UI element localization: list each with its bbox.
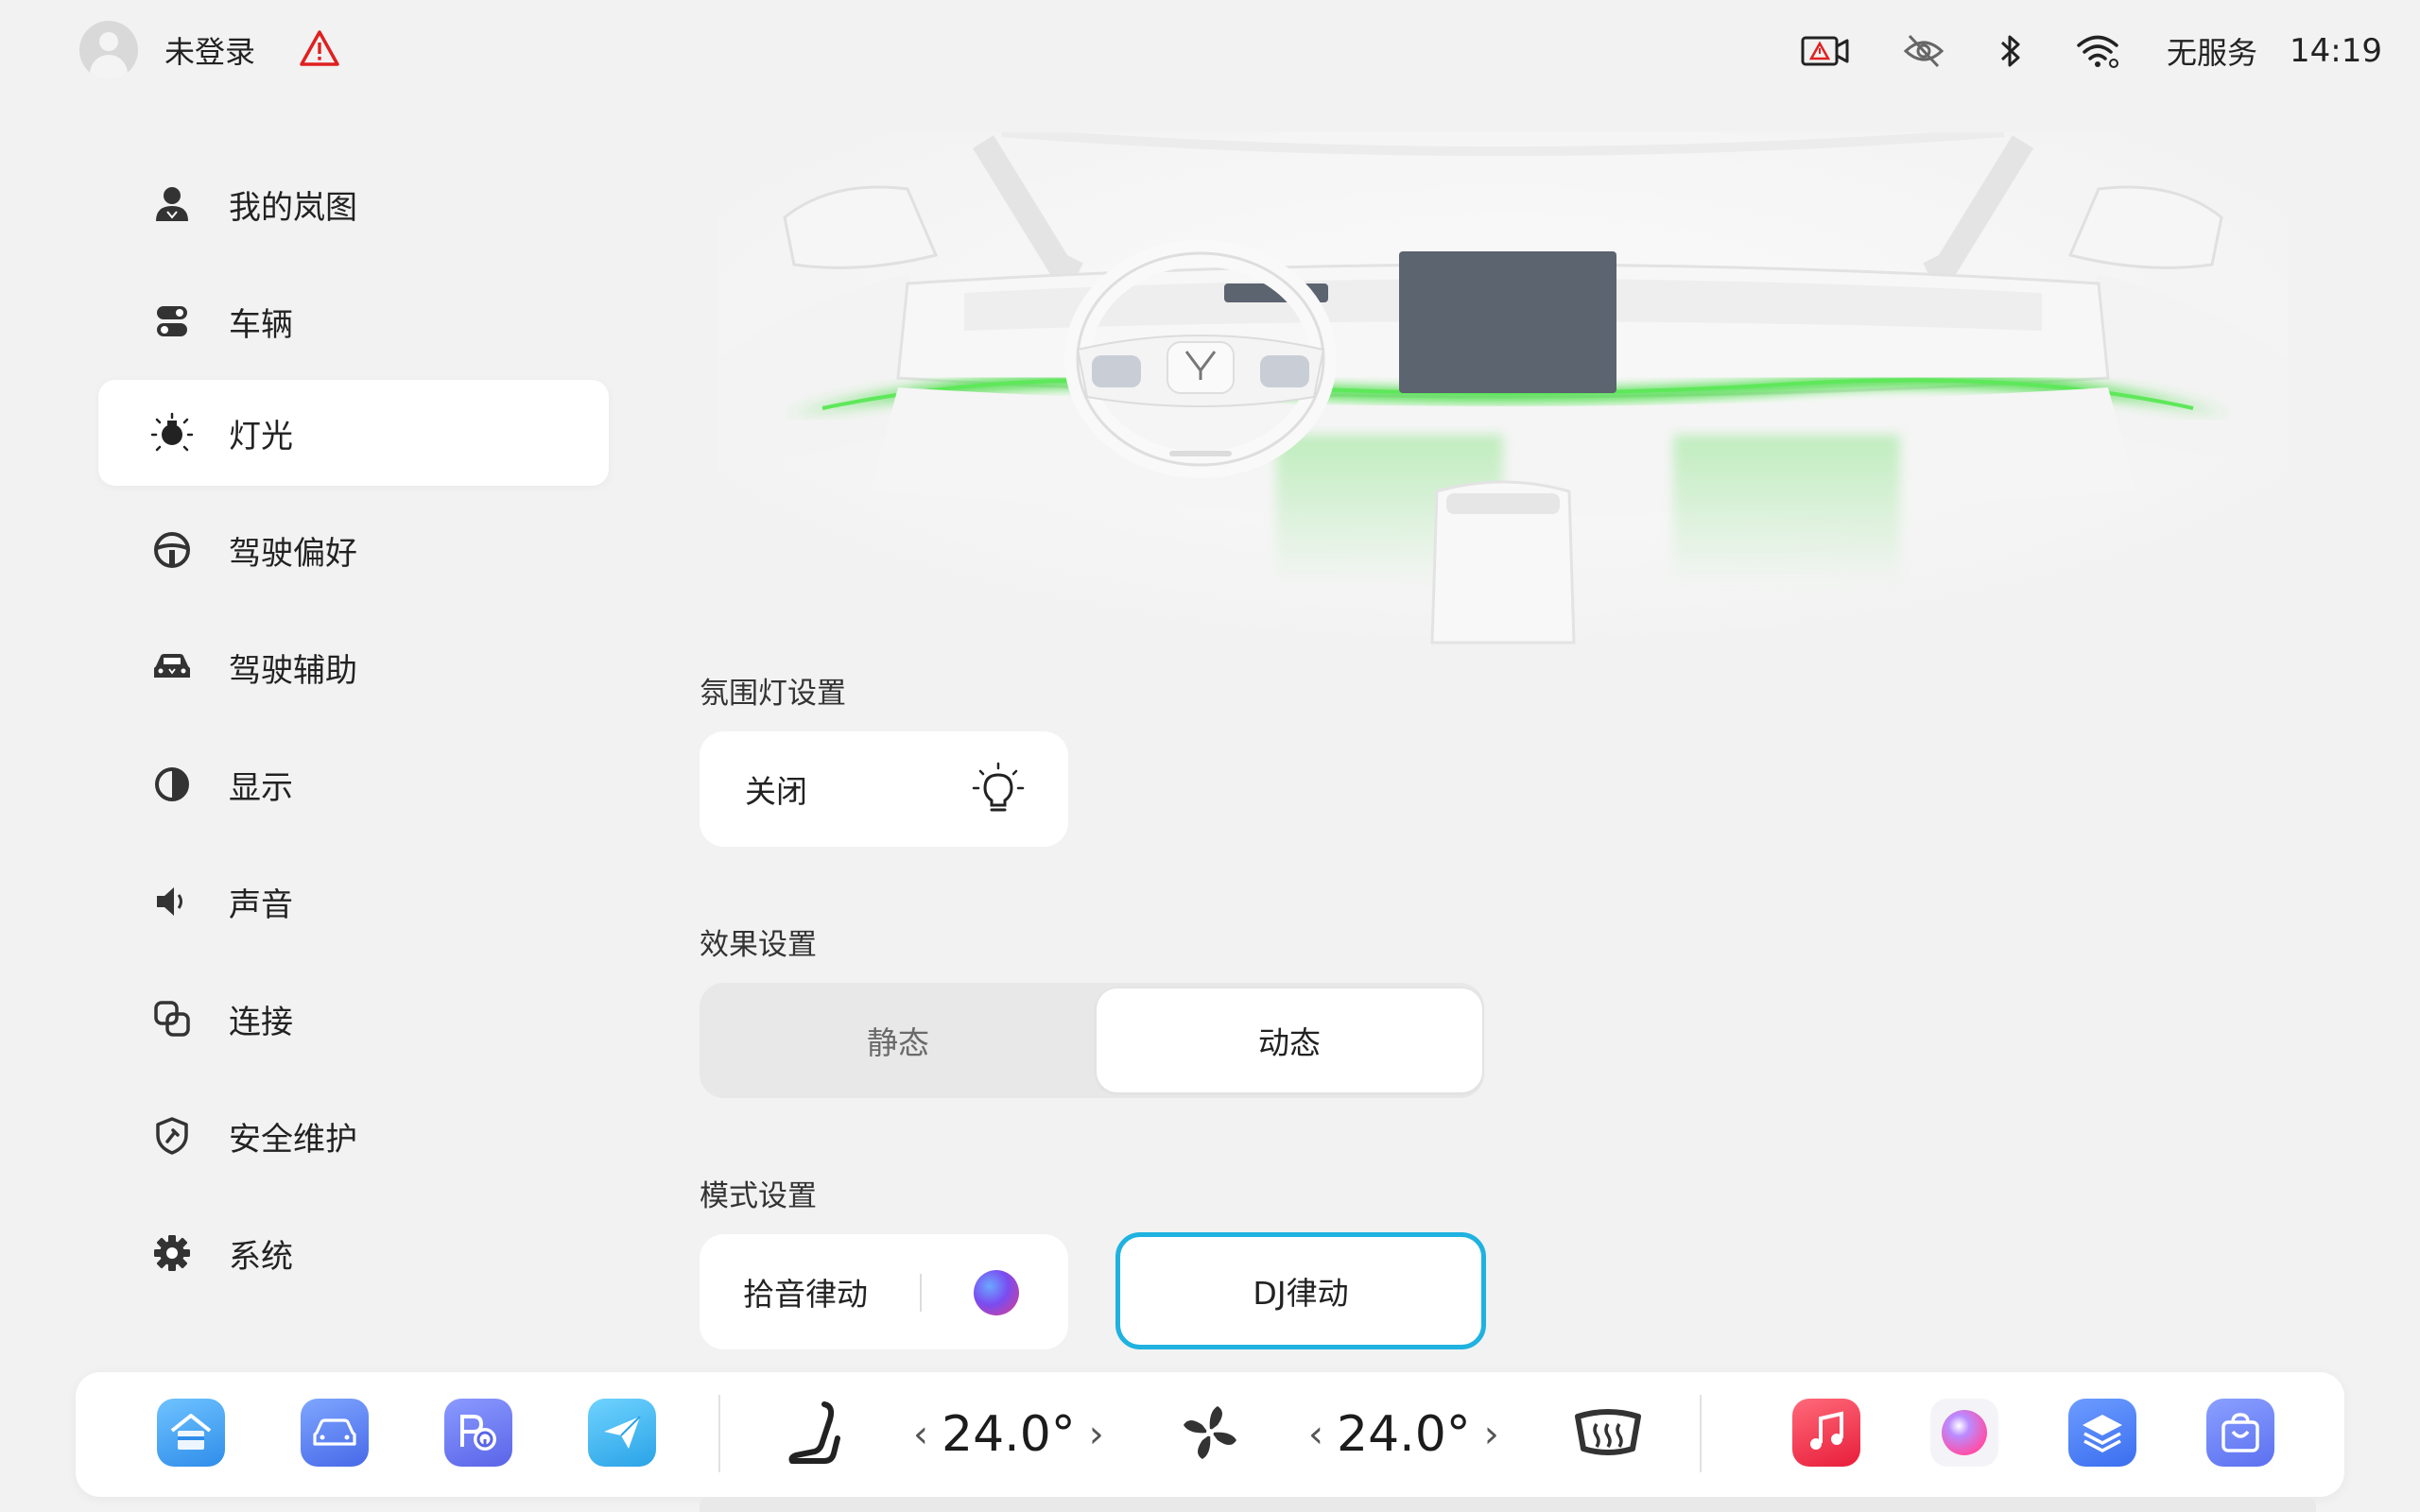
bulb-icon — [972, 762, 1025, 820]
sidebar-item-driving-assist[interactable]: 驾驶辅助 — [98, 614, 609, 720]
sidebar-item-security[interactable]: 安全维护 — [98, 1083, 609, 1189]
sidebar-item-label: 我的岚图 — [229, 188, 357, 227]
sidebar-item-label: 连接 — [229, 1003, 293, 1041]
sidebar-item-label: 声音 — [229, 885, 293, 924]
speaker-icon — [151, 881, 193, 922]
seat-heat-icon[interactable] — [777, 1399, 853, 1467]
avatar[interactable] — [79, 21, 138, 79]
sidebar-item-label: 系统 — [229, 1237, 293, 1276]
user-icon — [151, 183, 193, 225]
color-picker-orb[interactable] — [974, 1270, 1019, 1315]
driver-temp-control: ‹ 24.0° › — [913, 1400, 1104, 1469]
rear-defrost-icon[interactable] — [1565, 1399, 1651, 1467]
effect-dynamic-option[interactable]: 动态 — [1097, 988, 1482, 1092]
sidebar-item-label: 安全维护 — [229, 1120, 357, 1159]
mode-sound-rhythm-card[interactable]: 拾音律动 — [700, 1234, 1068, 1349]
sidebar-item-sound[interactable]: 声音 — [98, 849, 609, 954]
gear-icon — [151, 1232, 193, 1274]
sidebar-item-label: 驾驶辅助 — [229, 651, 357, 690]
sidebar-item-connect[interactable]: 连接 — [98, 966, 609, 1072]
clock: 14:19 — [2290, 32, 2382, 70]
login-status-label[interactable]: 未登录 — [164, 28, 255, 72]
mode-dj-rhythm-card[interactable]: DJ律动 — [1115, 1232, 1486, 1349]
passenger-temp-control: ‹ 24.0° › — [1308, 1400, 1499, 1469]
bluetooth-icon[interactable] — [1997, 32, 2024, 70]
home-app-icon[interactable] — [157, 1399, 225, 1467]
contrast-icon — [151, 764, 193, 805]
store-app-icon[interactable] — [2206, 1399, 2274, 1467]
driver-temp-increase[interactable]: › — [1089, 1413, 1104, 1456]
next-card-peek — [700, 1497, 2316, 1512]
vehicle-toggle-icon — [151, 301, 193, 342]
light-icon — [151, 412, 193, 454]
passenger-temp-decrease[interactable]: ‹ — [1308, 1413, 1323, 1456]
bottom-dock: ‹ 24.0° › ‹ 24.0° › — [76, 1372, 2344, 1497]
assistant-app-icon[interactable] — [1930, 1399, 1998, 1467]
passenger-temp-increase[interactable]: › — [1484, 1413, 1499, 1456]
driver-temp-value: 24.0° — [942, 1406, 1076, 1463]
car-interior-illustration — [718, 128, 2288, 662]
divider — [920, 1274, 922, 1312]
sidebar-item-lights[interactable]: 灯光 — [98, 380, 609, 486]
sidebar-item-label: 灯光 — [229, 417, 293, 455]
driver-temp-decrease[interactable]: ‹ — [913, 1413, 928, 1456]
effect-section-title: 效果设置 — [700, 928, 817, 962]
ambient-light-value: 关闭 — [745, 773, 807, 810]
ambient-light-card[interactable]: 关闭 — [700, 731, 1068, 847]
sidebar-item-my-voyah[interactable]: 我的岚图 — [98, 151, 609, 257]
dock-divider — [1700, 1395, 1702, 1472]
dock-divider — [718, 1395, 720, 1472]
shield-icon — [151, 1115, 193, 1157]
effect-static-option[interactable]: 静态 — [705, 988, 1091, 1092]
sidebar-item-driving-preference[interactable]: 驾驶偏好 — [98, 497, 609, 603]
camera-off-icon[interactable] — [1902, 32, 1945, 70]
steering-wheel-icon — [151, 529, 193, 571]
warning-icon[interactable] — [299, 29, 340, 71]
passenger-temp-value: 24.0° — [1337, 1406, 1471, 1463]
sidebar-item-label: 显示 — [229, 768, 293, 807]
effect-segmented-control: 静态 动态 — [700, 983, 1484, 1098]
wifi-icon[interactable] — [2076, 33, 2119, 69]
sidebar-item-label: 车辆 — [229, 305, 293, 344]
mode-sound-rhythm-label: 拾音律动 — [743, 1276, 868, 1313]
layers-app-icon[interactable] — [2068, 1399, 2136, 1467]
connect-icon — [151, 998, 193, 1040]
sidebar-item-system[interactable]: 系统 — [98, 1200, 609, 1306]
user-area[interactable]: 未登录 — [79, 21, 340, 79]
network-service-label: 无服务 — [2167, 35, 2258, 71]
status-indicators: 无服务 14:19 — [1749, 26, 2382, 76]
mode-section-title: 模式设置 — [700, 1179, 817, 1213]
car-app-icon[interactable] — [301, 1399, 369, 1467]
music-app-icon[interactable] — [1792, 1399, 1860, 1467]
sidebar-item-label: 驾驶偏好 — [229, 534, 357, 573]
ambient-section-title: 氛围灯设置 — [700, 677, 846, 711]
status-bar: 未登录 无服务 14:19 — [0, 0, 2420, 104]
dashcam-alert-icon[interactable] — [1801, 35, 1850, 67]
parking-app-icon[interactable] — [444, 1399, 512, 1467]
sidebar-item-display[interactable]: 显示 — [98, 731, 609, 837]
car-assist-icon — [151, 646, 193, 688]
navigation-app-icon[interactable] — [588, 1399, 656, 1467]
sidebar-item-vehicle[interactable]: 车辆 — [98, 268, 609, 374]
fan-icon[interactable] — [1172, 1399, 1248, 1467]
